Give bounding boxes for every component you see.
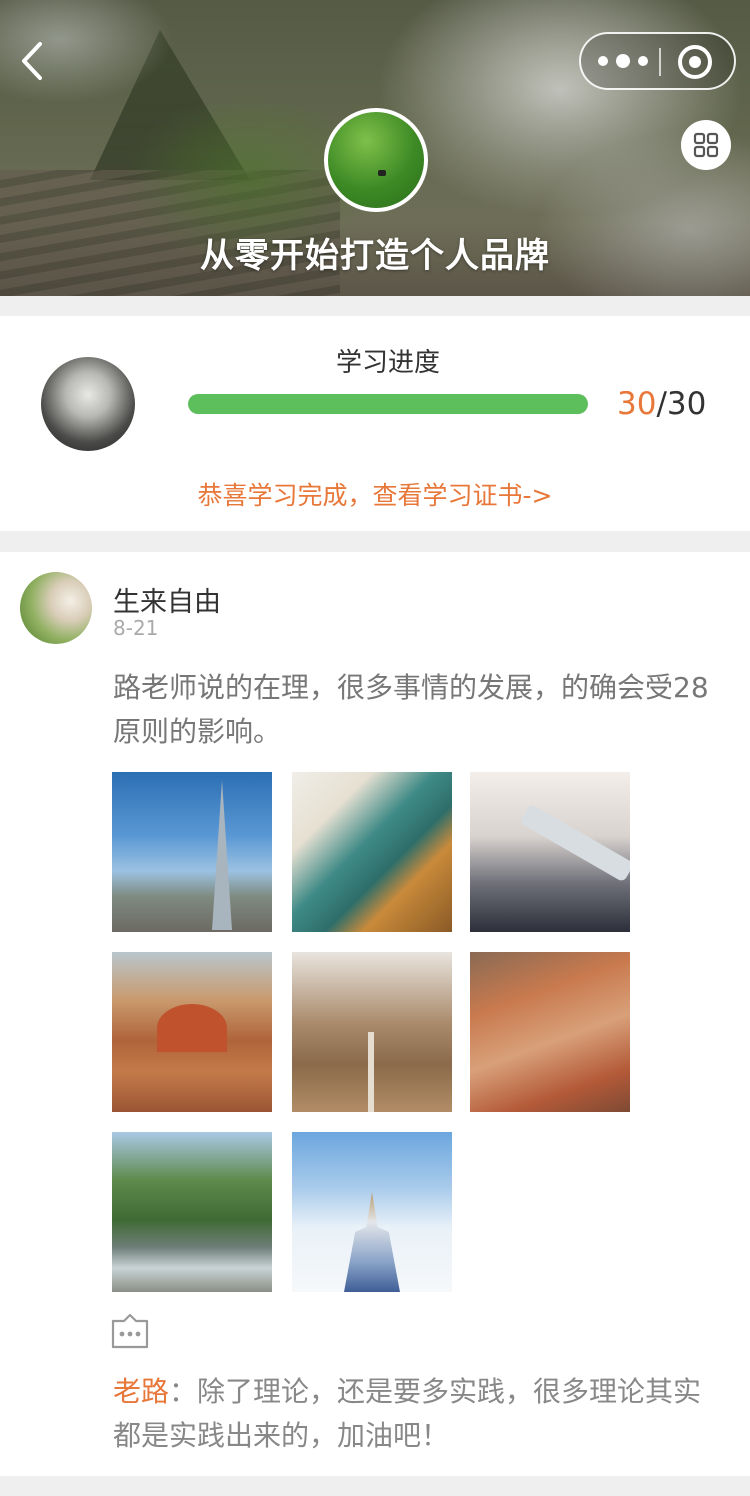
teacher-comment: 老路：除了理论，还是要多实践，很多理论其实都是实践出来的，加油吧！ xyxy=(113,1370,728,1458)
target-close-icon xyxy=(678,45,712,79)
post-card: 生来自由 8-21 路老师说的在理，很多事情的发展，的确会受28原则的影响。 老… xyxy=(0,552,750,1476)
course-cover-image xyxy=(324,108,428,212)
grid-icon xyxy=(693,132,719,158)
post-photo-city-skyline[interactable] xyxy=(112,772,272,932)
progress-bar-fill xyxy=(188,394,588,414)
course-header: 从零开始打造个人品牌 xyxy=(0,0,750,296)
poster-avatar[interactable] xyxy=(20,572,92,644)
post-photo-bridge-aerial[interactable] xyxy=(292,772,452,932)
comment-text: 除了理论，还是要多实践，很多理论其实都是实践出来的，加油吧！ xyxy=(113,1375,702,1452)
progress-label: 学习进度 xyxy=(335,348,440,378)
post-photo-castle[interactable] xyxy=(292,1132,452,1292)
comment-separator: ： xyxy=(169,1375,198,1408)
progress-separator: / xyxy=(656,386,667,422)
poster-name[interactable]: 生来自由 xyxy=(113,580,221,619)
post-photo-cathedral-dome[interactable] xyxy=(112,952,272,1112)
post-photo-bridge-walkway[interactable] xyxy=(292,952,452,1112)
comment-button[interactable] xyxy=(110,1312,150,1350)
chevron-left-icon xyxy=(22,42,42,80)
more-dots-icon xyxy=(598,54,648,68)
post-photo-forest-river[interactable] xyxy=(112,1132,272,1292)
grid-menu-button[interactable] xyxy=(681,120,731,170)
comment-author[interactable]: 老路 xyxy=(113,1375,169,1408)
post-photo-rooftops[interactable] xyxy=(470,952,630,1112)
progress-total: 30 xyxy=(666,386,707,422)
progress-card: 学习进度 30/30 恭喜学习完成，查看学习证书-> xyxy=(0,316,750,531)
post-photo-airplane-wing[interactable] xyxy=(470,772,630,932)
post-date: 8-21 xyxy=(113,616,159,640)
progress-completed: 30 xyxy=(617,386,657,422)
capsule-divider xyxy=(659,48,661,76)
back-button[interactable] xyxy=(14,38,54,84)
close-miniapp-button[interactable] xyxy=(677,44,713,80)
more-button[interactable] xyxy=(595,46,657,76)
progress-count: 30/30 xyxy=(617,386,706,422)
avatar xyxy=(41,357,135,451)
miniapp-capsule xyxy=(579,32,736,90)
view-certificate-link[interactable]: 恭喜学习完成，查看学习证书-> xyxy=(0,476,750,512)
progress-bar xyxy=(188,394,588,414)
post-text: 路老师说的在理，很多事情的发展，的确会受28原则的影响。 xyxy=(113,671,709,748)
course-title: 从零开始打造个人品牌 xyxy=(200,236,550,276)
comment-bubble-icon xyxy=(111,1313,149,1349)
